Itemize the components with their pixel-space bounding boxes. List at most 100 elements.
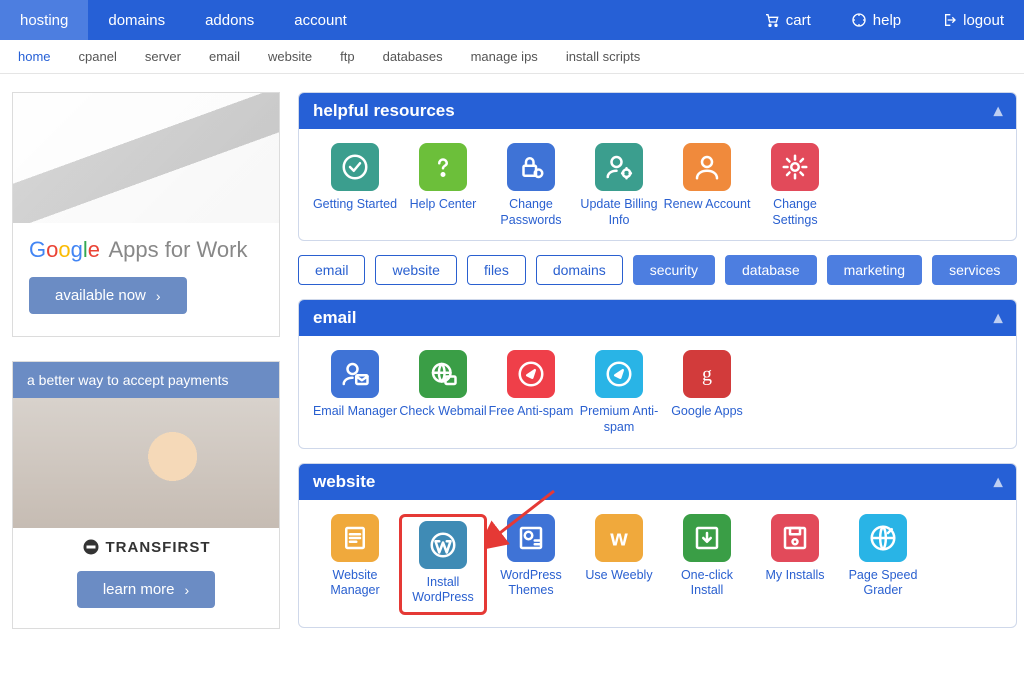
- tile-check-webmail[interactable]: Check Webmail: [399, 350, 487, 435]
- chip-website[interactable]: website: [375, 255, 456, 285]
- tile-renew-account[interactable]: Renew Account: [663, 143, 751, 228]
- sidebar: Google Apps for Work available now › a b…: [12, 92, 280, 629]
- tile-page-speed-grader[interactable]: Page Speed Grader: [839, 514, 927, 615]
- chip-marketing[interactable]: marketing: [827, 255, 922, 285]
- ad-google-image: [13, 93, 279, 223]
- tile-label: Google Apps: [663, 404, 751, 420]
- nav-label: domains: [108, 12, 165, 29]
- subnav-databases[interactable]: databases: [383, 49, 443, 64]
- nav-label: cart: [786, 12, 811, 29]
- chevron-right-icon: ›: [156, 288, 161, 304]
- nav-label: help: [873, 12, 901, 29]
- user-gear-icon: [595, 143, 643, 191]
- transfirst-image: [13, 398, 279, 528]
- tile-label: One-click Install: [663, 568, 751, 599]
- tile-help-center[interactable]: Help Center: [399, 143, 487, 228]
- floppy-icon: [771, 514, 819, 562]
- subnav-install-scripts[interactable]: install scripts: [566, 49, 640, 64]
- subnav-email[interactable]: email: [209, 49, 240, 64]
- tile-label: WordPress Themes: [487, 568, 575, 599]
- tile-use-weebly[interactable]: wUse Weebly: [575, 514, 663, 615]
- tile-my-installs[interactable]: My Installs: [751, 514, 839, 615]
- user-mail-icon: [331, 350, 379, 398]
- wp-themes-icon: [507, 514, 555, 562]
- tile-install-wordpress[interactable]: Install WordPress: [399, 514, 487, 615]
- tile-label: Website Manager: [311, 568, 399, 599]
- compass-icon: [595, 350, 643, 398]
- tile-one-click-install[interactable]: One-click Install: [663, 514, 751, 615]
- subnav-ftp[interactable]: ftp: [340, 49, 354, 64]
- tile-label: Update Billing Info: [575, 197, 663, 228]
- nav-label: logout: [963, 12, 1004, 29]
- panel-body-email: Email ManagerCheck WebmailFree Anti-spam…: [299, 336, 1016, 447]
- panel-head-website[interactable]: website ▴: [299, 464, 1016, 500]
- panel-head-helpful[interactable]: helpful resources ▴: [299, 93, 1016, 129]
- category-chips: email website files domains security database…: [298, 255, 1017, 285]
- main-column: helpful resources ▴ Getting StartedHelp …: [298, 92, 1017, 629]
- tile-update-billing-info[interactable]: Update Billing Info: [575, 143, 663, 228]
- google-cta-button[interactable]: available now ›: [29, 277, 187, 314]
- subnav-cpanel[interactable]: cpanel: [79, 49, 117, 64]
- nav-cart[interactable]: cart: [744, 0, 831, 40]
- tile-premium-anti-spam[interactable]: Premium Anti-spam: [575, 350, 663, 435]
- collapse-icon[interactable]: ▴: [994, 308, 1003, 328]
- question-icon: [419, 143, 467, 191]
- nav-hosting[interactable]: hosting: [0, 0, 88, 40]
- chip-database[interactable]: database: [725, 255, 817, 285]
- globe-speed-icon: [859, 514, 907, 562]
- google-apps-heading: Google Apps for Work: [29, 237, 263, 263]
- collapse-icon[interactable]: ▴: [994, 472, 1003, 492]
- tile-label: Check Webmail: [399, 404, 487, 420]
- nav-help[interactable]: help: [831, 0, 921, 40]
- transfirst-cta-label: learn more: [103, 581, 175, 598]
- download-box-icon: [683, 514, 731, 562]
- collapse-icon[interactable]: ▴: [994, 101, 1003, 121]
- nav-account[interactable]: account: [274, 0, 367, 40]
- panel-title: website: [313, 472, 375, 492]
- subnav-server[interactable]: server: [145, 49, 181, 64]
- chip-domains[interactable]: domains: [536, 255, 623, 285]
- tile-change-settings[interactable]: Change Settings: [751, 143, 839, 228]
- ad-transfirst[interactable]: a better way to accept payments TRANSFIR…: [12, 361, 280, 629]
- nav-addons[interactable]: addons: [185, 0, 274, 40]
- tile-label: Renew Account: [663, 197, 751, 213]
- panel-body-helpful: Getting StartedHelp CenterChange Passwor…: [299, 129, 1016, 240]
- transfirst-body: TRANSFIRST learn more ›: [13, 528, 279, 628]
- google-logo: Google: [29, 237, 100, 262]
- ad-google-body: Google Apps for Work available now ›: [13, 223, 279, 336]
- w-letter-icon: w: [595, 514, 643, 562]
- panel-body-website: Website ManagerInstall WordPressWordPres…: [299, 500, 1016, 627]
- tile-label: Premium Anti-spam: [575, 404, 663, 435]
- panel-title: helpful resources: [313, 101, 455, 121]
- transfirst-cta-button[interactable]: learn more ›: [77, 571, 215, 608]
- tile-change-passwords[interactable]: Change Passwords: [487, 143, 575, 228]
- tile-label: Change Settings: [751, 197, 839, 228]
- tile-label: Change Passwords: [487, 197, 575, 228]
- tile-google-apps[interactable]: g Google Apps: [663, 350, 751, 435]
- panel-title: email: [313, 308, 356, 328]
- tile-getting-started[interactable]: Getting Started: [311, 143, 399, 228]
- subnav-home[interactable]: home: [18, 49, 51, 64]
- nav-domains[interactable]: domains: [88, 0, 185, 40]
- panel-website: website ▴ Website ManagerInstall WordPre…: [298, 463, 1017, 628]
- transfirst-logo-icon: [82, 538, 100, 556]
- tile-email-manager[interactable]: Email Manager: [311, 350, 399, 435]
- subnav-manage-ips[interactable]: manage ips: [471, 49, 538, 64]
- subnav-website[interactable]: website: [268, 49, 312, 64]
- tile-wordpress-themes[interactable]: WordPress Themes: [487, 514, 575, 615]
- chip-email[interactable]: email: [298, 255, 365, 285]
- panel-head-email[interactable]: email ▴: [299, 300, 1016, 336]
- tile-label: Getting Started: [311, 197, 399, 213]
- tile-free-anti-spam[interactable]: Free Anti-spam: [487, 350, 575, 435]
- nav-logout[interactable]: logout: [921, 0, 1024, 40]
- chip-security[interactable]: security: [633, 255, 715, 285]
- chip-services[interactable]: services: [932, 255, 1017, 285]
- transfirst-logo: TRANSFIRST: [82, 538, 211, 556]
- g-letter-icon: g: [683, 350, 731, 398]
- globe-mail-icon: [419, 350, 467, 398]
- ad-google-apps[interactable]: Google Apps for Work available now ›: [12, 92, 280, 337]
- tile-label: Free Anti-spam: [487, 404, 575, 420]
- top-nav: hosting domains addons account cart help…: [0, 0, 1024, 40]
- tile-website-manager[interactable]: Website Manager: [311, 514, 399, 615]
- chip-files[interactable]: files: [467, 255, 526, 285]
